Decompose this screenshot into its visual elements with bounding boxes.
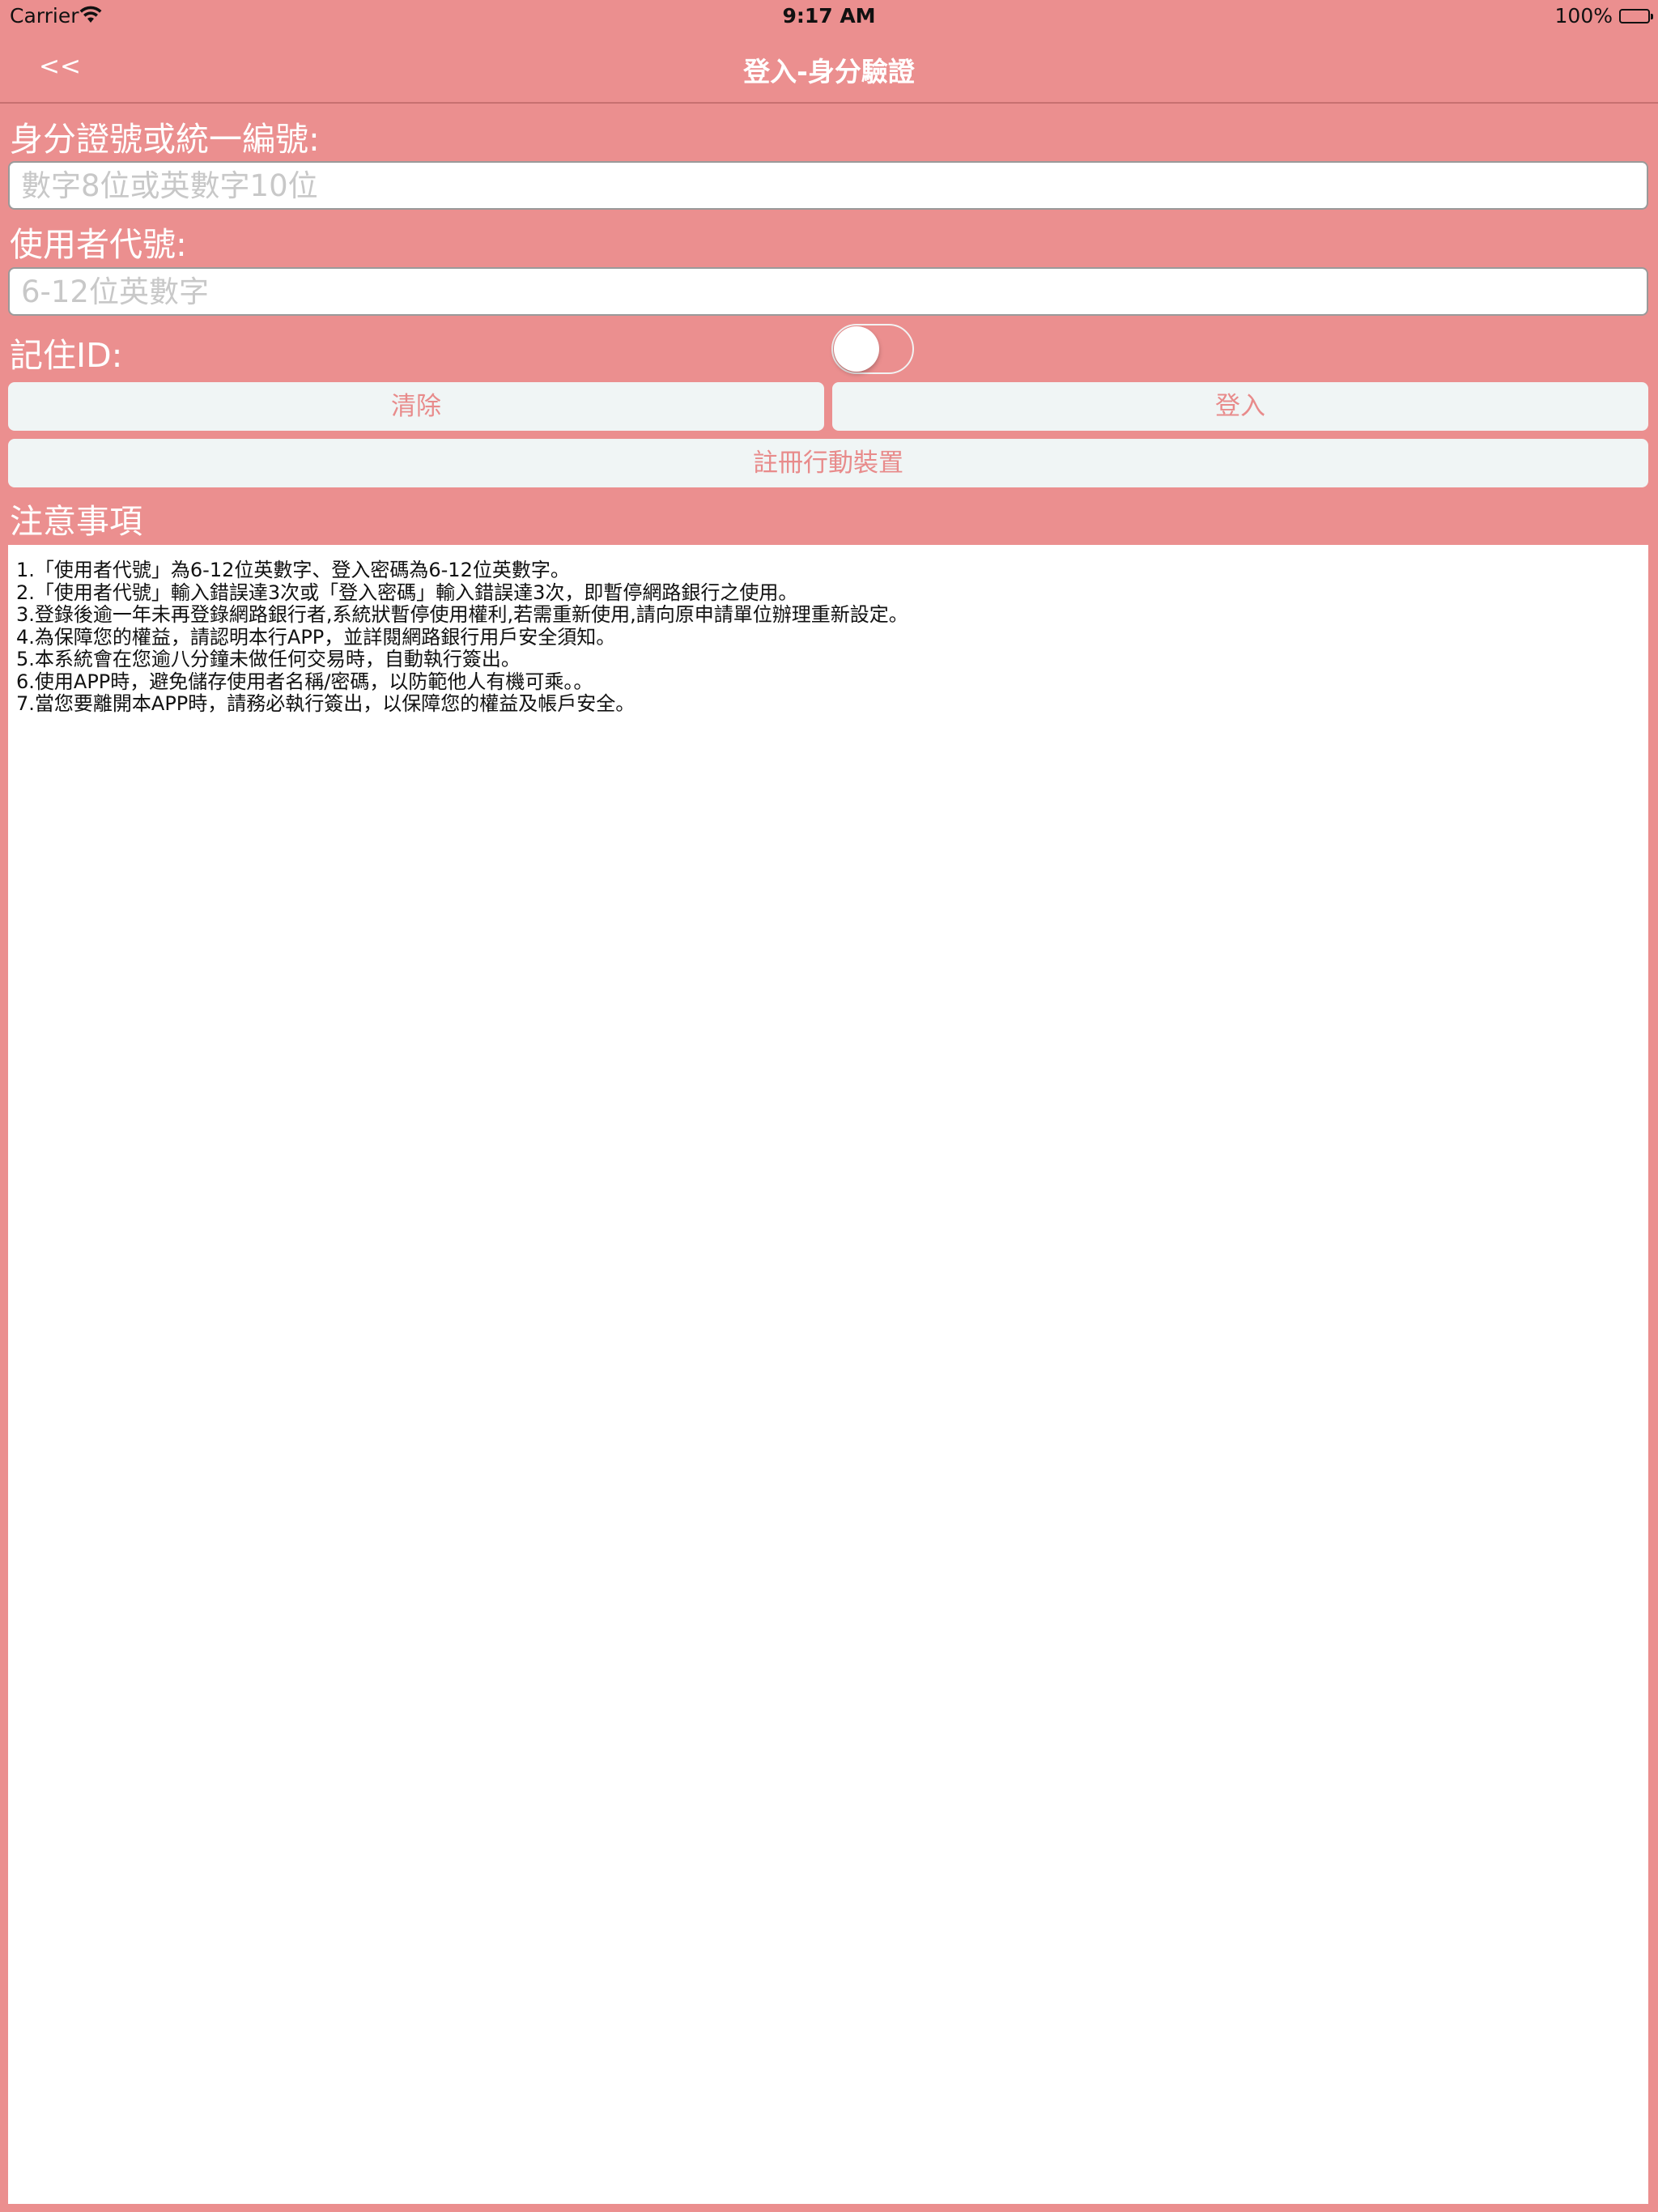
remember-id-toggle[interactable] — [831, 324, 914, 374]
note-line: 1.「使用者代號」為6-12位英數字、登入密碼為6-12位英數字。 — [16, 559, 570, 581]
note-line: 7.當您要離開本APP時，請務必執行簽出，以保障您的權益及帳戶安全。 — [16, 692, 636, 715]
note-line: 5.本系統會在您逾八分鐘未做任何交易時，自動執行簽出。 — [16, 648, 521, 670]
notes-text-area[interactable]: 1.「使用者代號」為6-12位英數字、登入密碼為6-12位英數字。 2.「使用者… — [8, 545, 1648, 2204]
note-line: 3.登錄後逾一年未再登錄網路銀行者,系統狀暫停使用權利,若需重新使用,請向原申請… — [16, 603, 908, 626]
status-time: 9:17 AM — [782, 4, 876, 28]
battery-percentage: 100% — [1554, 4, 1613, 28]
navigation-bar: << 登入-身分驗證 — [0, 32, 1658, 104]
status-bar: Carrier 9:17 AM 100% — [0, 0, 1658, 32]
notes-heading: 注意事項 — [10, 502, 142, 541]
user-code-input[interactable] — [8, 267, 1648, 316]
register-device-button[interactable]: 註冊行動裝置 — [8, 439, 1648, 487]
page-title: 登入-身分驗證 — [743, 56, 915, 87]
id-number-label: 身分證號或統一編號: — [10, 120, 320, 159]
id-number-input[interactable] — [8, 161, 1648, 210]
toggle-knob — [834, 326, 879, 372]
login-button[interactable]: 登入 — [832, 382, 1648, 431]
battery-icon — [1619, 9, 1653, 23]
remember-id-label: 記住ID: — [10, 336, 123, 375]
user-code-label: 使用者代號: — [10, 225, 187, 264]
note-line: 2.「使用者代號」輸入錯誤達3次或「登入密碼」輸入錯誤達3次，即暫停網路銀行之使… — [16, 581, 798, 604]
note-line: 6.使用APP時，避免儲存使用者名稱/密碼，以防範他人有機可乘。。 — [16, 670, 593, 693]
clear-button[interactable]: 清除 — [8, 382, 824, 431]
note-line: 4.為保障您的權益，請認明本行APP，並詳閱網路銀行用戶安全須知。 — [16, 625, 616, 649]
